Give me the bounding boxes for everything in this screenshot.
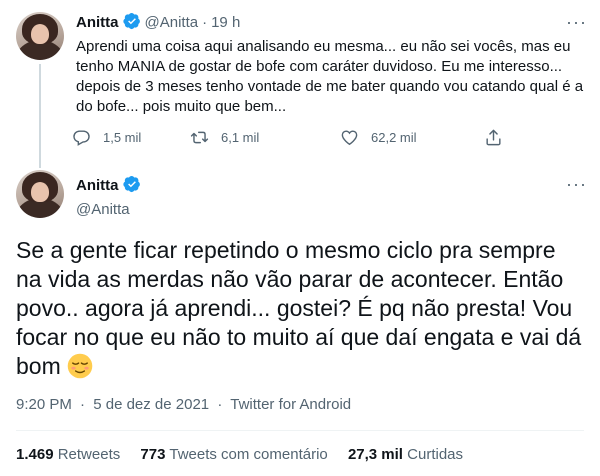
retweet-button[interactable]: 6,1 mil	[190, 128, 259, 147]
display-name[interactable]: Anitta	[76, 14, 119, 31]
tweet-source[interactable]: Twitter for Android	[230, 396, 351, 413]
tweet-actions: 1,5 mil 6,1 mil 62,2 mil	[72, 128, 512, 150]
verified-badge-icon	[122, 12, 141, 35]
divider	[16, 430, 584, 431]
tweet-text: Aprendi uma coisa aqui analisando eu mes…	[76, 38, 584, 115]
heart-icon	[341, 130, 358, 146]
retweets-value: 1.469	[16, 446, 54, 463]
relieved-face-emoji-icon	[67, 353, 93, 379]
retweets-stat[interactable]: 1.469 Retweets	[16, 446, 120, 463]
tweet-metadata: 9:20 PM · 5 de dez de 2021 · Twitter for…	[16, 396, 355, 413]
share-icon	[486, 129, 501, 146]
like-count: 62,2 mil	[371, 130, 417, 145]
handle[interactable]: @Anitta	[145, 14, 199, 31]
like-button[interactable]: 62,2 mil	[340, 128, 417, 147]
quote-tweets-stat[interactable]: 773 Tweets com comentário	[140, 446, 327, 463]
thread-connector-line	[39, 64, 41, 168]
likes-stat[interactable]: 27,3 mil Curtidas	[348, 446, 463, 463]
handle[interactable]: @Anitta	[76, 201, 141, 218]
tweet-date[interactable]: 5 de dez de 2021	[93, 396, 209, 413]
timestamp[interactable]: 19 h	[211, 14, 240, 31]
tweet-time[interactable]: 9:20 PM	[16, 396, 72, 413]
avatar[interactable]	[16, 170, 64, 218]
tweet-header: Anitta @Anitta	[76, 175, 141, 218]
separator-dot: ·	[80, 396, 86, 413]
tweet-text-body: Se a gente ficar repetindo o mesmo ciclo…	[16, 237, 582, 379]
avatar[interactable]	[16, 12, 64, 60]
verified-badge-icon	[123, 175, 141, 198]
retweet-icon	[190, 131, 209, 144]
quote-tweets-value: 773	[140, 446, 166, 463]
likes-label: Curtidas	[407, 446, 464, 463]
more-options-icon[interactable]: ···	[566, 175, 586, 198]
likes-value: 27,3 mil	[347, 446, 403, 463]
reply-count: 1,5 mil	[103, 130, 142, 145]
retweet-count: 6,1 mil	[221, 130, 260, 145]
more-options-icon[interactable]: ···	[566, 13, 586, 36]
retweets-label: Retweets	[57, 446, 121, 463]
reply-icon	[73, 130, 90, 146]
separator-dot: ·	[202, 14, 208, 31]
share-button[interactable]	[484, 128, 515, 147]
tweet-header: Anitta @Anitta · 19 h	[76, 12, 244, 35]
separator-dot: ·	[217, 396, 223, 413]
display-name[interactable]: Anitta	[76, 177, 119, 194]
quote-tweets-label: Tweets com comentário	[169, 446, 328, 463]
reply-button[interactable]: 1,5 mil	[72, 128, 141, 147]
tweet-stats: 1.469 Retweets 773 Tweets com comentário…	[16, 446, 479, 463]
tweet-text: Se a gente ficar repetindo o mesmo ciclo…	[16, 236, 586, 381]
